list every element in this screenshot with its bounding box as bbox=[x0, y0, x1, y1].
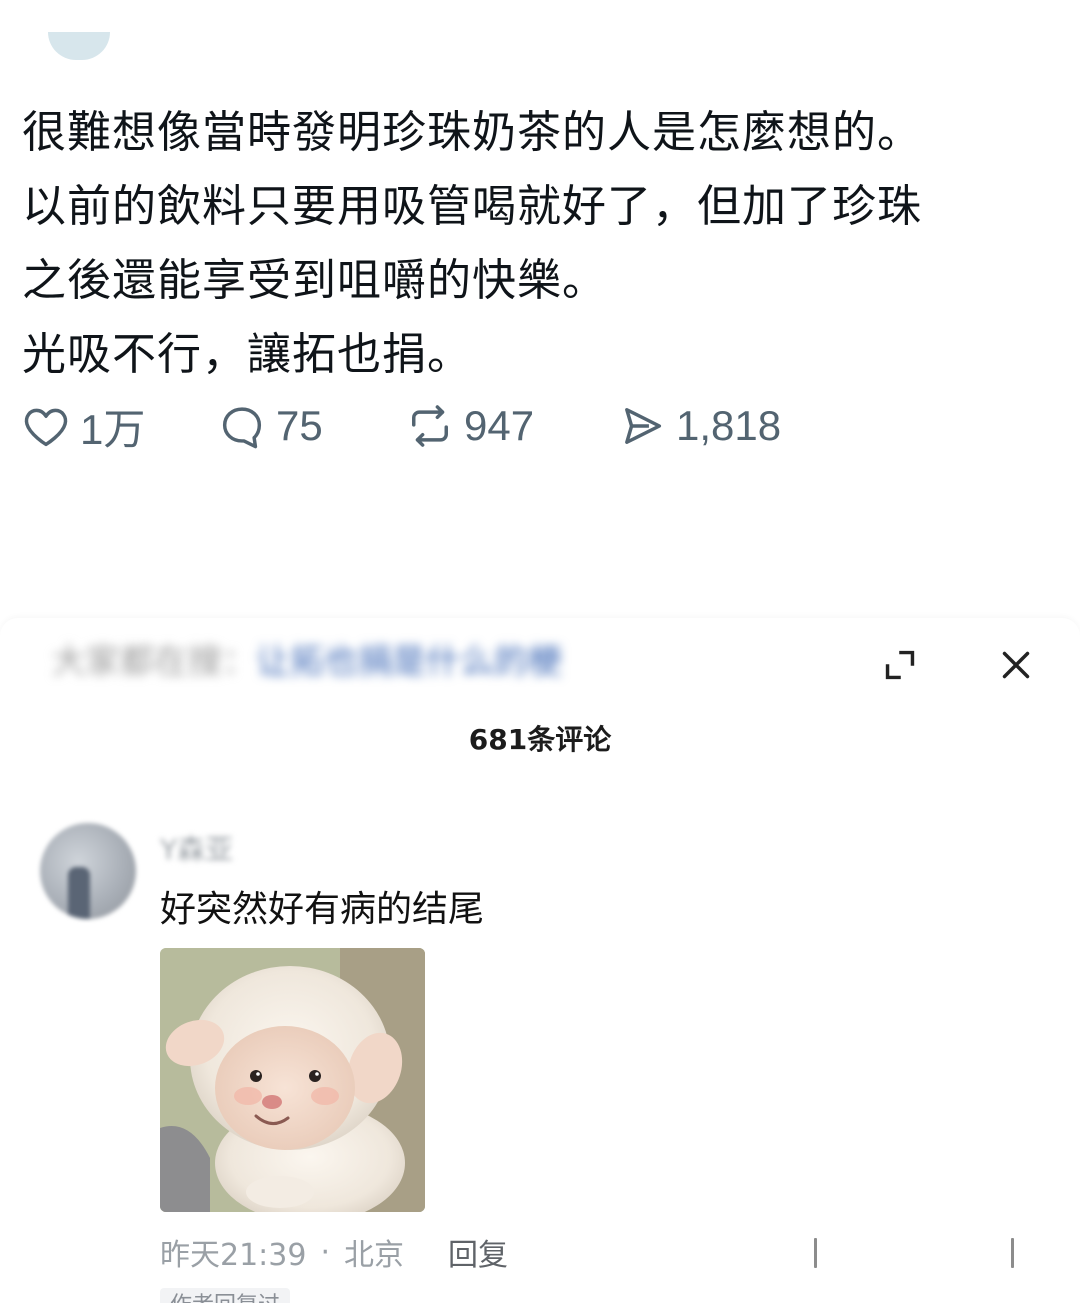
comment-bubble-icon bbox=[216, 400, 268, 452]
views-button[interactable]: 1,818 bbox=[616, 400, 781, 452]
tweet: 很難想像當時發明珍珠奶茶的人是怎麼想的。 以前的飲料只要用吸管喝就好了，但加了珍… bbox=[0, 0, 1080, 600]
like-count: 1万 bbox=[80, 405, 146, 453]
comment-count: 681条评论 bbox=[468, 723, 612, 756]
meta-separator: · bbox=[320, 1234, 331, 1270]
tweet-line: 之後還能享受到咀嚼的快樂。 bbox=[22, 255, 607, 306]
search-suggestion-text: 让拓也捐是什么的梗 bbox=[256, 642, 562, 682]
retweet-count: 947 bbox=[464, 402, 535, 449]
search-suggestion-link[interactable]: 大家都在搜：让拓也捐是什么的梗 bbox=[52, 640, 702, 684]
comment-location: 北京 bbox=[344, 1238, 405, 1273]
tweet-line: 光吸不行，讓拓也捐。 bbox=[22, 329, 472, 380]
tweet-line: 很難想像當時發明珍珠奶茶的人是怎麼想的。 bbox=[22, 107, 922, 158]
retweet-button[interactable]: 947 bbox=[404, 400, 534, 452]
tweet-action-bar: 1万 75 947 1,818 bbox=[20, 400, 1020, 453]
dislike-indicator[interactable] bbox=[1011, 1238, 1014, 1268]
author-replied-badge[interactable]: 作者回复过 bbox=[160, 1288, 291, 1303]
reply-button[interactable]: 75 bbox=[216, 400, 323, 452]
views-count: 1,818 bbox=[676, 402, 782, 449]
avatar[interactable] bbox=[40, 823, 136, 919]
comment-image[interactable] bbox=[160, 948, 425, 1212]
comment-time: 昨天21:39 bbox=[160, 1238, 307, 1273]
screen: 很難想像當時發明珍珠奶茶的人是怎麼想的。 以前的飲料只要用吸管喝就好了，但加了珍… bbox=[0, 0, 1080, 1303]
close-icon[interactable] bbox=[993, 642, 1039, 688]
comments-sheet: 大家都在搜：让拓也捐是什么的梗 681条评论 Y森亚 好突然好有病的结尾 昨天2… bbox=[0, 618, 1080, 1303]
views-icon bbox=[616, 400, 668, 452]
expand-icon[interactable] bbox=[877, 642, 923, 688]
comment-meta: 昨天21:39 · 北京 回复 bbox=[160, 1230, 508, 1274]
search-suggestion-prefix: 大家都在搜： bbox=[52, 642, 256, 682]
like-indicator[interactable] bbox=[814, 1238, 817, 1268]
lamb-photo bbox=[160, 948, 425, 1212]
heart-icon bbox=[20, 400, 72, 452]
reply-count: 75 bbox=[276, 402, 323, 449]
avatar-figure bbox=[68, 867, 90, 919]
comment-username[interactable]: Y森亚 bbox=[160, 828, 233, 868]
reply-button[interactable]: 回复 bbox=[448, 1230, 508, 1274]
sheet-header: 大家都在搜：让拓也捐是什么的梗 bbox=[0, 618, 1080, 708]
retweet-icon bbox=[404, 400, 456, 452]
like-button[interactable]: 1万 bbox=[20, 400, 145, 453]
tweet-body: 很難想像當時發明珍珠奶茶的人是怎麼想的。 以前的飲料只要用吸管喝就好了，但加了珍… bbox=[22, 96, 1062, 392]
tweet-avatar[interactable] bbox=[48, 32, 110, 60]
comment-text: 好突然好有病的结尾 bbox=[160, 889, 485, 930]
tweet-line: 以前的飲料只要用吸管喝就好了，但加了珍珠 bbox=[22, 181, 922, 232]
